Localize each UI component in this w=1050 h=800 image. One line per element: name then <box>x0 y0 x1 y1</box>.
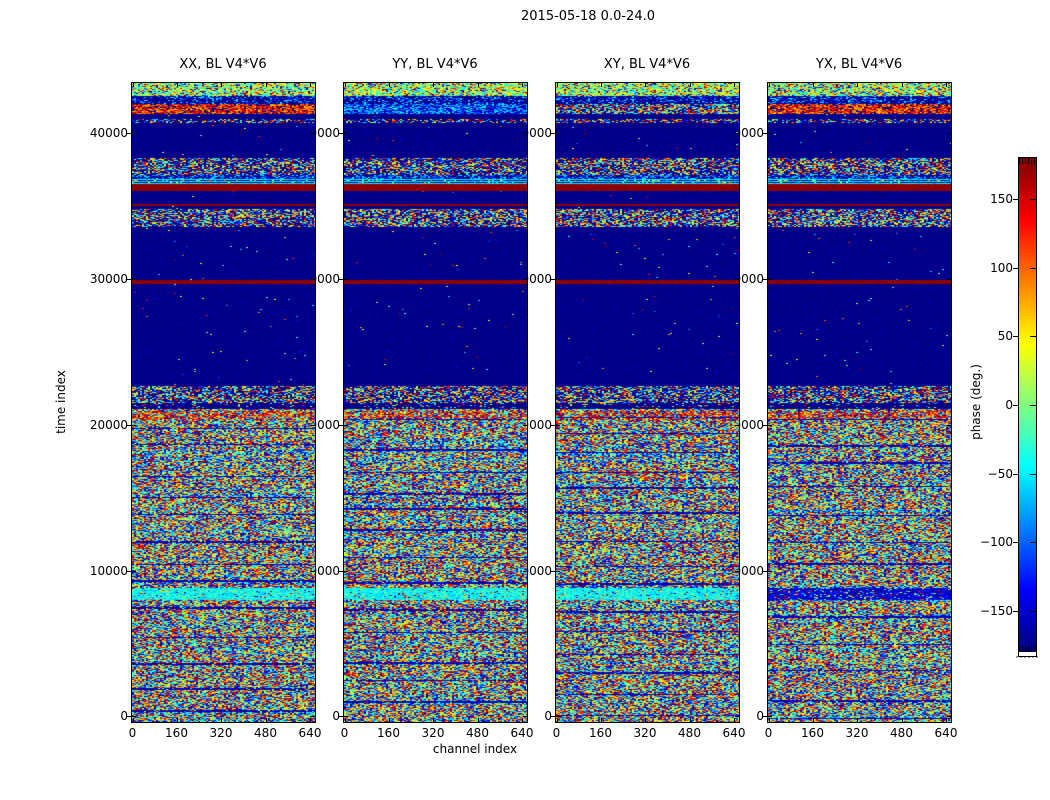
x-tick-label: 320 <box>845 726 869 740</box>
colorbar-tick-label: −100 <box>980 535 1013 549</box>
x-tick-label: 480 <box>254 726 277 740</box>
x-tick-label: 160 <box>589 726 612 740</box>
heatmap-canvas-yy <box>344 83 527 722</box>
heatmap-panel-yx <box>767 82 952 723</box>
y-tick-label: 0 <box>120 709 128 723</box>
y-tick-label: 0 <box>756 709 764 723</box>
colorbar-tick-label: −150 <box>980 604 1013 618</box>
y-tick-label: 30000 <box>89 271 128 286</box>
colorbar-gradient <box>1019 158 1036 652</box>
colorbar-tick-label: 50 <box>997 329 1013 343</box>
x-tick-label: 640 <box>722 726 746 740</box>
colorbar <box>1018 157 1037 657</box>
heatmap-panel-xx <box>131 82 316 723</box>
y-tick-label: 40000 <box>89 125 128 140</box>
heatmap-canvas-yx <box>768 83 951 722</box>
x-tick-label: 0 <box>128 726 137 740</box>
x-tick-label: 480 <box>890 726 913 740</box>
colorbar-tick-label: 100 <box>990 261 1013 275</box>
x-tick-label: 160 <box>801 726 824 740</box>
heatmap-canvas-xy <box>556 83 739 722</box>
x-tick-label: 640 <box>934 726 958 740</box>
x-tick-label: 320 <box>421 726 445 740</box>
x-tick-label: 0 <box>552 726 561 740</box>
colorbar-tick-label: 0 <box>1005 398 1013 412</box>
x-tick-label: 640 <box>298 726 322 740</box>
y-tick-label: 10000 <box>89 563 128 578</box>
x-tick-label: 480 <box>466 726 489 740</box>
y-tick-label: 0 <box>332 709 340 723</box>
colorbar-tick-label: −50 <box>987 467 1013 481</box>
x-tick-label: 0 <box>764 726 773 740</box>
x-tick-label: 0 <box>340 726 349 740</box>
x-tick-label: 160 <box>377 726 400 740</box>
x-tick-label: 480 <box>678 726 701 740</box>
heatmap-panel-xy <box>555 82 740 723</box>
y-tick-label: 0 <box>544 709 552 723</box>
heatmap-panel-yy <box>343 82 528 723</box>
heatmap-canvas-xx <box>132 83 315 722</box>
colorbar-end-ticks-top <box>1019 158 1036 164</box>
y-tick-label: 20000 <box>89 417 128 432</box>
x-tick-label: 160 <box>165 726 188 740</box>
x-tick-label: 320 <box>633 726 657 740</box>
colorbar-end-ticks-bottom <box>1019 646 1036 652</box>
x-tick-label: 640 <box>510 726 534 740</box>
figure: 2015-05-18 0.0-24.0 time index channel i… <box>0 0 1050 800</box>
colorbar-tick-label: 150 <box>990 192 1013 206</box>
x-tick-label: 320 <box>209 726 233 740</box>
